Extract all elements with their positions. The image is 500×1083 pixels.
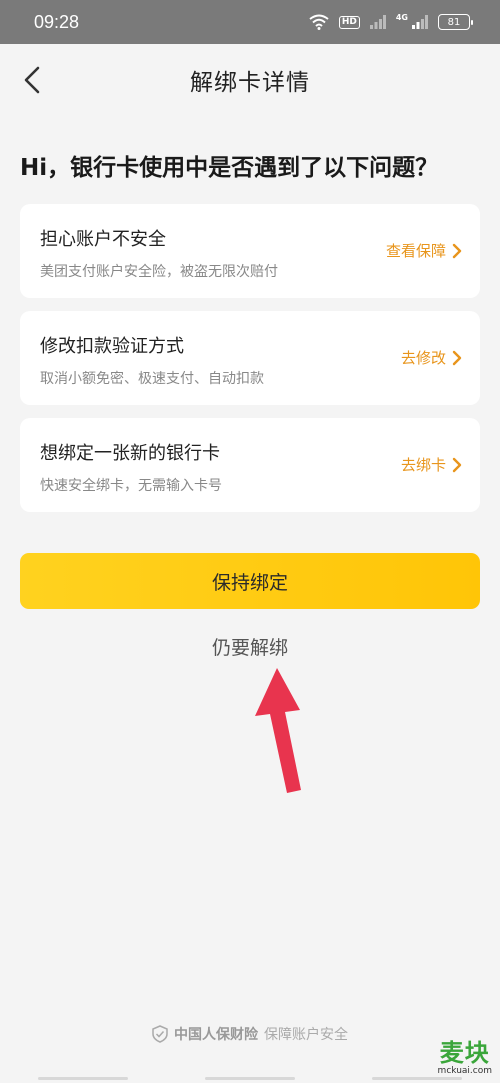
option-title: 想绑定一张新的银行卡	[40, 443, 220, 464]
option-card-account-security[interactable]: 担心账户不安全 美团支付账户安全险，被盗无限次赔付 查看保障	[20, 204, 480, 298]
option-card-modify-verification[interactable]: 修改扣款验证方式 取消小额免密、极速支付、自动扣款 去修改	[20, 311, 480, 405]
hd-badge: HD	[338, 15, 360, 29]
status-time: 09:28	[34, 11, 80, 32]
back-button[interactable]	[14, 62, 50, 98]
battery-icon: 81	[438, 14, 473, 30]
option-action-label: 查看保障	[385, 242, 446, 260]
chevron-right-icon	[452, 350, 462, 365]
status-icons: HD 4G 81	[309, 12, 473, 30]
bind-card-link[interactable]: 去绑卡	[401, 454, 462, 475]
status-bar: 09:28 HD 4G 81	[0, 0, 500, 44]
page-title: 解绑卡详情	[190, 70, 310, 96]
signal-icon-1	[369, 15, 386, 29]
nav-bar: 解绑卡详情	[0, 44, 500, 116]
bottom-stripe	[371, 1077, 462, 1080]
unbind-card-detail-screen: 09:28 HD 4G 81 解绑卡详情 Hi，银行卡使用中是否遇到了以下问题？…	[0, 0, 500, 1083]
still-unbind-button[interactable]: 仍要解绑	[0, 633, 500, 660]
option-action-label: 去绑卡	[400, 456, 446, 474]
back-arrow-icon	[24, 66, 40, 94]
wifi-icon	[309, 14, 329, 30]
headline: Hi，银行卡使用中是否遇到了以下问题？	[20, 155, 439, 181]
option-description: 取消小额免密、极速支付、自动扣款	[40, 371, 264, 387]
chevron-right-icon	[452, 243, 462, 258]
watermark-url: mckuai.com	[437, 1066, 492, 1076]
chevron-right-icon	[452, 457, 462, 472]
option-description: 美团支付账户安全险，被盗无限次赔付	[40, 264, 278, 280]
watermark-logo-text: 麦块	[439, 1039, 490, 1067]
bottom-stripe	[204, 1077, 295, 1080]
shield-check-icon	[152, 1025, 168, 1043]
footer: 中国人保财险 保障账户安全	[0, 1024, 500, 1044]
keep-binding-button[interactable]: 保持绑定	[20, 553, 480, 609]
view-protection-link[interactable]: 查看保障	[386, 240, 462, 261]
option-description: 快速安全绑卡，无需输入卡号	[40, 478, 222, 494]
option-title: 修改扣款验证方式	[40, 336, 184, 357]
option-action-label: 去修改	[400, 349, 446, 367]
option-title: 担心账户不安全	[40, 229, 166, 250]
modify-link[interactable]: 去修改	[401, 347, 462, 368]
footer-text: 保障账户安全	[264, 1027, 348, 1043]
red-arrow-annotation	[255, 668, 301, 793]
watermark: 麦块 mckuai.com	[438, 1040, 492, 1076]
bottom-indicator	[0, 1077, 500, 1083]
signal-icon-2	[412, 15, 428, 29]
battery-level: 81	[447, 16, 461, 28]
network-type-label: 4G	[395, 12, 408, 22]
insurer-name: 中国人保财险	[174, 1027, 258, 1043]
option-card-bind-new-card[interactable]: 想绑定一张新的银行卡 快速安全绑卡，无需输入卡号 去绑卡	[20, 418, 480, 512]
bottom-stripe	[38, 1077, 129, 1080]
